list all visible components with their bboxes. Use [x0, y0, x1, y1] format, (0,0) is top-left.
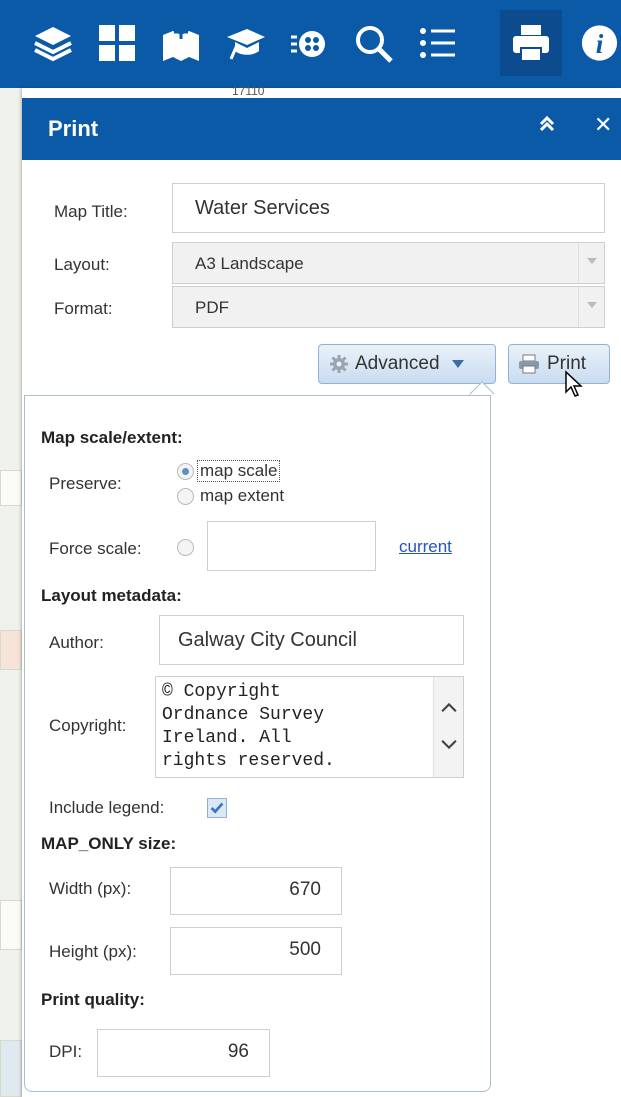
toolbar: i [0, 0, 621, 88]
format-label: Format: [54, 299, 113, 318]
preserve-label: Preserve: [49, 474, 122, 493]
legend-list-button[interactable] [406, 10, 468, 76]
basemap-gallery-icon [99, 25, 135, 61]
dpi-input[interactable]: 96 [97, 1029, 270, 1077]
advanced-button[interactable]: Advanced [318, 344, 496, 384]
close-icon[interactable]: ✕ [594, 112, 621, 142]
basemap-gallery-button[interactable] [86, 10, 148, 76]
include-legend-label: Include legend: [49, 798, 165, 817]
print-quality-section-title: Print quality: [41, 990, 145, 1009]
copyright-line: rights reserved. [162, 751, 335, 771]
author-label: Author: [49, 633, 104, 652]
print-submit-button[interactable]: Print [508, 344, 610, 384]
print-icon [513, 25, 549, 62]
width-label: Width (px): [49, 879, 132, 898]
panel-title: Print [48, 116, 99, 141]
force-scale-radio[interactable] [177, 539, 194, 556]
gear-icon [330, 355, 348, 373]
map-title-label: Map Title: [54, 202, 128, 221]
map-scale-section-title: Map scale/extent: [41, 428, 183, 447]
map-road [0, 900, 22, 950]
chevron-down-icon [578, 243, 604, 283]
printer-icon [519, 354, 539, 374]
map-only-size-section-title: MAP_ONLY size: [41, 834, 177, 853]
map-road [0, 1040, 22, 1097]
add-data-button[interactable] [150, 10, 212, 76]
analysis-icon [291, 31, 325, 57]
include-legend-checkbox[interactable] [207, 798, 227, 818]
search-button[interactable] [342, 10, 404, 76]
width-input[interactable]: 670 [170, 867, 342, 915]
chevron-down-icon [578, 287, 604, 327]
search-icon [356, 26, 393, 63]
layout-label: Layout: [54, 255, 110, 274]
layout-select[interactable]: A3 Landscape [172, 242, 605, 284]
education-icon [227, 29, 265, 60]
copyright-line: © Copyright [162, 682, 281, 702]
map-extent-radio[interactable] [177, 488, 194, 505]
format-select[interactable]: PDF [172, 286, 605, 328]
legend-list-icon [420, 28, 455, 58]
svg-text:i: i [596, 29, 604, 59]
map-scale-option-label[interactable]: map scale [197, 460, 281, 482]
force-scale-input[interactable] [207, 521, 376, 571]
map-scale-radio[interactable] [177, 463, 194, 480]
add-data-icon [163, 25, 199, 61]
checkmark-icon [210, 802, 224, 814]
format-select-value: PDF [195, 298, 229, 317]
panel-header: Print ✕ [22, 98, 621, 160]
education-button[interactable] [214, 10, 276, 76]
info-button[interactable]: i [578, 10, 621, 76]
current-scale-link[interactable]: current [399, 537, 452, 557]
copyright-line: Ireland. All [162, 728, 292, 748]
layout-select-value: A3 Landscape [195, 254, 304, 273]
info-icon: i [581, 25, 618, 61]
map-scale-label: 17110 [232, 84, 265, 98]
analysis-button[interactable] [278, 10, 340, 76]
advanced-options-popup: Map scale/extent: Preserve: map scale ma… [24, 395, 491, 1092]
map-road [0, 470, 22, 506]
chevron-double-up-icon [539, 115, 555, 132]
textarea-scrollbar[interactable] [433, 677, 463, 777]
layers-button[interactable] [22, 10, 84, 76]
scroll-up-icon[interactable] [440, 701, 458, 713]
caret-down-icon [451, 360, 464, 368]
layout-metadata-section-title: Layout metadata: [41, 586, 182, 605]
collapse-button[interactable] [532, 114, 562, 144]
map-road [0, 630, 22, 670]
map-title-input[interactable]: Water Services [172, 183, 605, 233]
copyright-line: Ordnance Survey [162, 705, 325, 725]
advanced-label: Advanced [355, 353, 440, 374]
mouse-cursor-icon [565, 370, 583, 397]
force-scale-label: Force scale: [49, 539, 142, 558]
map-extent-option-label[interactable]: map extent [200, 486, 284, 506]
layers-icon [34, 27, 72, 62]
copyright-label: Copyright: [49, 716, 127, 735]
print-button[interactable] [500, 10, 562, 76]
dpi-label: DPI: [49, 1042, 83, 1061]
author-input[interactable]: Galway City Council [159, 615, 464, 665]
scroll-down-icon[interactable] [440, 739, 458, 751]
copyright-textarea[interactable]: © Copyright Ordnance Survey Ireland. All… [155, 676, 464, 778]
height-label: Height (px): [49, 942, 137, 961]
height-input[interactable]: 500 [170, 927, 342, 975]
